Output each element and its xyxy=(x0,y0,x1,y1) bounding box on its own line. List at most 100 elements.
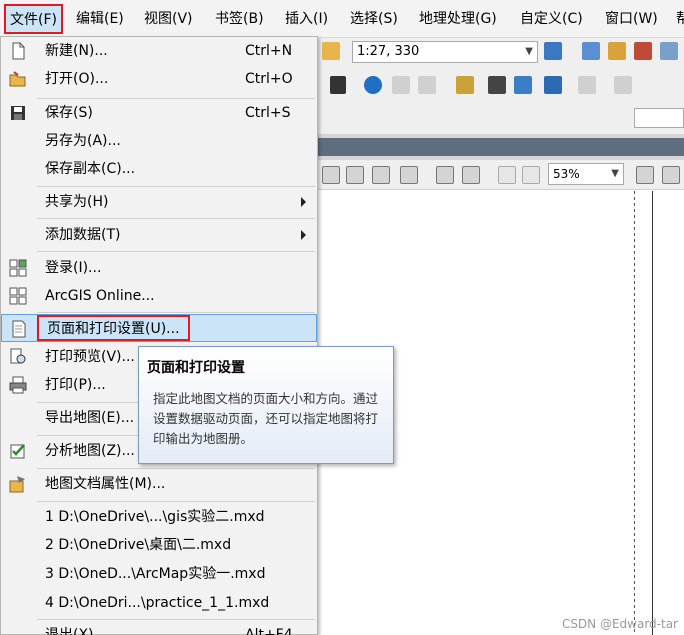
menu-item-save-as[interactable]: 另存为(A)... xyxy=(1,127,317,155)
focus-data-frame-icon[interactable] xyxy=(662,166,680,184)
menu-insert[interactable]: 插入(I) xyxy=(285,8,328,30)
menu-item-recent-file-2[interactable]: 2 D:\OneDrive\桌面\二.mxd xyxy=(1,531,317,559)
menu-item-label: 4 D:\OneDri...\practice_1_1.mxd xyxy=(45,595,270,611)
map-scale-value: 1:27, 330 xyxy=(357,44,420,59)
menu-item-label: 新建(N)... xyxy=(45,43,108,59)
print-preview-icon xyxy=(9,348,27,366)
menu-edit[interactable]: 编辑(E) xyxy=(76,8,124,30)
menu-separator xyxy=(37,186,315,187)
menu-help[interactable]: 帮 xyxy=(676,8,684,30)
menu-geoprocessing[interactable]: 地理处理(G) xyxy=(419,8,497,30)
layout-zoom-combo[interactable]: 53% ▼ xyxy=(548,163,624,185)
menu-item-add-data[interactable]: 添加数据(T) xyxy=(1,221,317,249)
save-icon xyxy=(9,104,27,122)
zoom-100-icon[interactable] xyxy=(400,166,418,184)
goto-xy-icon[interactable] xyxy=(544,76,562,94)
find-route-icon[interactable] xyxy=(514,76,532,94)
menu-item-label: ArcGIS Online... xyxy=(45,288,155,304)
watermark: CSDN @Edward-tar xyxy=(561,617,678,631)
title-strip xyxy=(316,134,684,160)
find-icon[interactable] xyxy=(488,76,506,94)
menu-item-save-copy[interactable]: 保存副本(C)... xyxy=(1,155,317,183)
menu-item-label: 打印(P)... xyxy=(45,377,106,393)
menu-bar: 文件(F) 编辑(E) 视图(V) 书签(B) 插入(I) 选择(S) 地理处理… xyxy=(0,0,684,38)
catalog-icon[interactable] xyxy=(608,42,626,60)
menu-item-label: 1 D:\OneDrive\...\gis实验二.mxd xyxy=(45,509,265,525)
sign-in-icon xyxy=(9,259,27,277)
menu-item-shortcut: Ctrl+S xyxy=(245,105,291,121)
zoom-whole-page-icon[interactable] xyxy=(372,166,390,184)
menu-customize[interactable]: 自定义(C) xyxy=(520,8,583,30)
time-slider-icon[interactable] xyxy=(578,76,596,94)
menu-item-label: 导出地图(E)... xyxy=(45,410,135,426)
fixed-zoom-in-icon[interactable] xyxy=(436,166,454,184)
menu-view[interactable]: 视图(V) xyxy=(144,8,193,30)
tooltip-body: 指定此地图文档的页面大小和方向。通过设置数据驱动页面，还可以指定地图将打印输出为… xyxy=(153,391,379,446)
map-scale-combo[interactable]: 1:27, 330 ▼ xyxy=(352,41,538,63)
menu-item-label: 打开(O)... xyxy=(45,71,109,87)
pan-icon[interactable] xyxy=(346,166,364,184)
menu-item-label: 登录(I)... xyxy=(45,260,102,276)
fixed-zoom-out-icon[interactable] xyxy=(462,166,480,184)
print-icon xyxy=(9,376,27,394)
pan-tool-icon[interactable] xyxy=(322,42,340,60)
menu-item-share-as[interactable]: 共享为(H) xyxy=(1,188,317,216)
editor-icon[interactable] xyxy=(544,42,562,60)
layout-toolbar xyxy=(316,160,684,190)
properties-icon xyxy=(9,475,27,493)
select-arrow-icon[interactable] xyxy=(330,76,346,94)
menu-item-recent-file-1[interactable]: 1 D:\OneDrive\...\gis实验二.mxd xyxy=(1,503,317,531)
back-extent-icon[interactable] xyxy=(498,166,516,184)
analyze-map-icon xyxy=(9,442,27,460)
menu-selection[interactable]: 选择(S) xyxy=(350,8,398,30)
menu-item-open[interactable]: 打开(O)... Ctrl+O xyxy=(1,65,317,93)
forward-extent-icon[interactable] xyxy=(522,166,540,184)
toolbox-icon[interactable] xyxy=(634,42,652,60)
menu-separator xyxy=(37,619,315,620)
chevron-down-icon[interactable]: ▼ xyxy=(611,164,619,184)
toolbar-input[interactable] xyxy=(634,108,684,128)
viewer-icon[interactable] xyxy=(614,76,632,94)
menu-bookmarks[interactable]: 书签(B) xyxy=(215,8,264,30)
menu-item-label: 保存副本(C)... xyxy=(45,161,136,177)
menu-item-label: 添加数据(T) xyxy=(45,227,121,243)
chevron-down-icon[interactable]: ▼ xyxy=(525,42,533,62)
html-popup-icon[interactable] xyxy=(418,76,436,94)
toggle-draft-icon[interactable] xyxy=(636,166,654,184)
menu-separator xyxy=(37,501,315,502)
file-menu: 新建(N)... Ctrl+N 打开(O)... Ctrl+O 保存(S) Ct… xyxy=(0,36,318,635)
menu-separator xyxy=(37,312,315,313)
hyperlink-icon[interactable] xyxy=(392,76,410,94)
new-doc-icon xyxy=(9,42,27,60)
menu-item-arcgis-online[interactable]: ArcGIS Online... xyxy=(1,282,317,310)
menu-separator xyxy=(37,468,315,469)
menu-item-save[interactable]: 保存(S) Ctrl+S xyxy=(1,99,317,127)
submenu-arrow-icon xyxy=(301,230,306,240)
page-margin-line xyxy=(634,191,635,635)
tooltip: 页面和打印设置 指定此地图文档的页面大小和方向。通过设置数据驱动页面，还可以指定… xyxy=(138,346,394,464)
menu-item-label: 3 D:\OneD...\ArcMap实验一.mxd xyxy=(45,566,266,582)
measure-icon[interactable] xyxy=(456,76,474,94)
python-icon[interactable] xyxy=(660,42,678,60)
menu-file[interactable]: 文件(F) xyxy=(4,4,63,34)
identify-icon[interactable] xyxy=(364,76,382,94)
menu-item-shortcut: Alt+F4 xyxy=(245,627,293,635)
menu-separator xyxy=(37,218,315,219)
menu-item-sign-in[interactable]: 登录(I)... xyxy=(1,254,317,282)
table-icon[interactable] xyxy=(582,42,600,60)
menu-item-label: 2 D:\OneDrive\桌面\二.mxd xyxy=(45,537,232,553)
layout-zoom-value: 53% xyxy=(553,167,580,181)
menu-item-recent-file-4[interactable]: 4 D:\OneDri...\practice_1_1.mxd xyxy=(1,589,317,617)
menu-item-new[interactable]: 新建(N)... Ctrl+N xyxy=(1,37,317,65)
menu-item-label: 页面和打印设置(U)... xyxy=(37,315,190,341)
tooltip-title: 页面和打印设置 xyxy=(147,360,245,376)
menu-item-document-properties[interactable]: 地图文档属性(M)... xyxy=(1,470,317,498)
menu-windows[interactable]: 窗口(W) xyxy=(605,8,658,30)
menu-item-page-print-setup[interactable]: 页面和打印设置(U)... xyxy=(1,314,317,342)
menu-item-exit[interactable]: 退出(X) Alt+F4 xyxy=(1,621,317,635)
menu-item-recent-file-3[interactable]: 3 D:\OneD...\ArcMap实验一.mxd xyxy=(1,560,317,588)
page-setup-icon xyxy=(10,320,28,338)
zoom-in-icon[interactable] xyxy=(322,166,340,184)
menu-item-label: 共享为(H) xyxy=(45,194,109,210)
menu-item-label: 打印预览(V)... xyxy=(45,349,135,365)
